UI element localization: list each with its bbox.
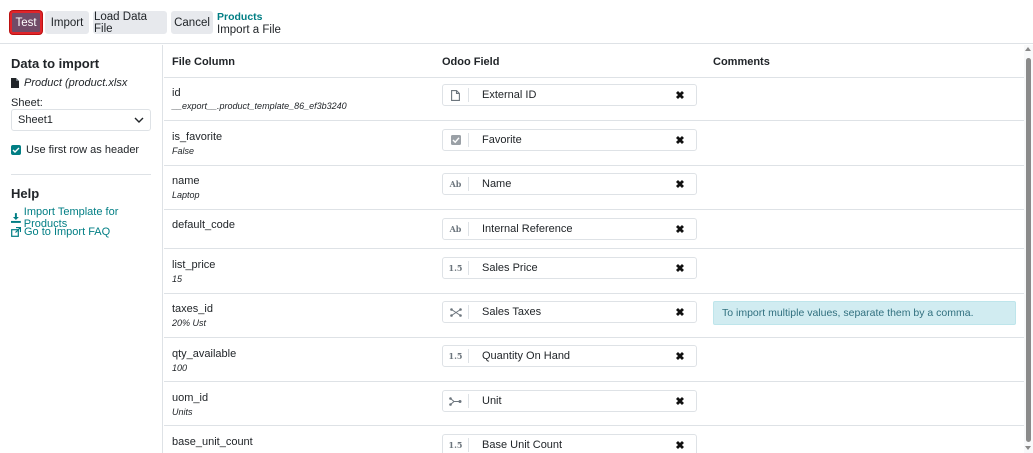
table-row: is_favorite False Favorite ✖ [164, 121, 1024, 166]
many2one-icon [443, 394, 469, 408]
field-label: Unit [482, 395, 502, 407]
breadcrumb-products-link[interactable]: Products [217, 11, 281, 23]
checkbox-icon [443, 133, 469, 147]
column-sample: __export__.product_template_86_ef3b3240 [172, 101, 347, 111]
import-button[interactable]: Import [45, 11, 89, 34]
header-row-option[interactable]: Use first row as header [11, 144, 139, 156]
scroll-down-icon[interactable] [1025, 446, 1031, 450]
data-to-import-title: Data to import [11, 56, 100, 71]
clear-field-icon[interactable]: ✖ [673, 134, 687, 147]
breadcrumb: Products Import a File [217, 11, 281, 36]
chevron-down-icon [134, 117, 144, 123]
table-row: base_unit_count 1.5 Base Unit Count ✖ [164, 426, 1024, 453]
field-select[interactable]: External ID ✖ [442, 84, 697, 106]
field-label: Internal Reference [482, 223, 573, 235]
vertical-scrollbar[interactable] [1024, 45, 1033, 453]
comments-header: Comments [713, 56, 770, 68]
field-label: Name [482, 178, 512, 190]
field-select[interactable]: Favorite ✖ [442, 129, 697, 151]
column-sample: Laptop [172, 190, 200, 200]
column-name: taxes_id [172, 303, 213, 315]
sheet-select-value: Sheet1 [18, 114, 53, 126]
column-name: default_code [172, 219, 235, 231]
table-row: taxes_id 20% Ust Sales Taxes ✖ To import… [164, 294, 1024, 338]
table-row: id __export__.product_template_86_ef3b32… [164, 78, 1024, 121]
text-icon: Ab [443, 222, 469, 236]
sidebar-divider [11, 174, 151, 175]
float-icon: 1.5 [443, 438, 469, 452]
field-select[interactable]: 1.5 Base Unit Count ✖ [442, 434, 697, 453]
import-faq-link-label: Go to Import FAQ [24, 226, 111, 238]
breadcrumb-current: Import a File [217, 24, 281, 36]
clear-field-icon[interactable]: ✖ [673, 395, 687, 408]
field-label: External ID [482, 89, 537, 101]
column-sample: False [172, 146, 195, 156]
clear-field-icon[interactable]: ✖ [673, 439, 687, 452]
clear-field-icon[interactable]: ✖ [673, 350, 687, 363]
column-name: base_unit_count [172, 436, 253, 448]
scroll-up-icon[interactable] [1025, 47, 1031, 51]
clear-field-icon[interactable]: ✖ [673, 306, 687, 319]
file-icon [443, 88, 469, 102]
external-link-icon [11, 227, 21, 237]
import-faq-link[interactable]: Go to Import FAQ [11, 226, 110, 238]
table-row: list_price 15 1.5 Sales Price ✖ [164, 249, 1024, 294]
control-panel: Test Import Load Data File Cancel Produc… [0, 0, 1033, 44]
field-label: Favorite [482, 134, 522, 146]
column-mapping-table: File Column Odoo Field Comments id __exp… [164, 45, 1024, 453]
sheet-select[interactable]: Sheet1 [11, 109, 151, 131]
clear-field-icon[interactable]: ✖ [673, 178, 687, 191]
scrollbar-thumb[interactable] [1026, 58, 1031, 442]
sheet-label: Sheet: [11, 97, 43, 109]
field-label: Base Unit Count [482, 439, 563, 451]
table-row: default_code Ab Internal Reference ✖ [164, 210, 1024, 249]
help-title: Help [11, 186, 40, 201]
column-sample: 100 [172, 363, 188, 373]
field-select[interactable]: 1.5 Quantity On Hand ✖ [442, 345, 697, 367]
column-sample: 20% Ust [172, 318, 207, 328]
import-sidebar: Data to import Product (product.xlsx She… [0, 45, 163, 453]
column-name: list_price [172, 259, 216, 271]
file-info: Product (product.xlsx [11, 77, 127, 89]
cancel-button[interactable]: Cancel [171, 11, 213, 34]
clear-field-icon[interactable]: ✖ [673, 223, 687, 236]
column-name: id [172, 87, 181, 99]
file-icon [11, 78, 19, 88]
field-label: Sales Taxes [482, 306, 542, 318]
clear-field-icon[interactable]: ✖ [673, 89, 687, 102]
column-name: uom_id [172, 392, 209, 404]
column-name: qty_available [172, 348, 237, 360]
field-select[interactable]: 1.5 Sales Price ✖ [442, 257, 697, 279]
field-select[interactable]: Ab Internal Reference ✖ [442, 218, 697, 240]
test-button[interactable]: Test [10, 11, 42, 34]
text-icon: Ab [443, 177, 469, 191]
column-sample: 15 [172, 274, 183, 284]
column-name: name [172, 175, 200, 187]
float-icon: 1.5 [443, 349, 469, 363]
field-label: Quantity On Hand [482, 350, 571, 362]
header-row-checkbox[interactable] [11, 145, 21, 155]
check-icon [12, 147, 20, 153]
download-icon [11, 213, 21, 223]
table-row: name Laptop Ab Name ✖ [164, 166, 1024, 210]
field-select[interactable]: Sales Taxes ✖ [442, 301, 697, 323]
field-select[interactable]: Ab Name ✖ [442, 173, 697, 195]
load-data-file-button[interactable]: Load Data File [93, 11, 167, 35]
import-comment: To import multiple values, separate them… [713, 301, 1016, 325]
odoo-field-header: Odoo Field [442, 56, 500, 68]
header-row-label: Use first row as header [26, 144, 140, 156]
field-select[interactable]: Unit ✖ [442, 390, 697, 412]
clear-field-icon[interactable]: ✖ [673, 262, 687, 275]
table-row: qty_available 100 1.5 Quantity On Hand ✖ [164, 338, 1024, 382]
many2many-icon [443, 305, 469, 319]
file-column-header: File Column [172, 56, 235, 68]
file-name: Product (product.xlsx [24, 77, 128, 89]
column-sample: Units [172, 407, 193, 417]
column-name: is_favorite [172, 131, 223, 143]
float-icon: 1.5 [443, 261, 469, 275]
table-row: uom_id Units Unit ✖ [164, 382, 1024, 426]
field-label: Sales Price [482, 262, 538, 274]
